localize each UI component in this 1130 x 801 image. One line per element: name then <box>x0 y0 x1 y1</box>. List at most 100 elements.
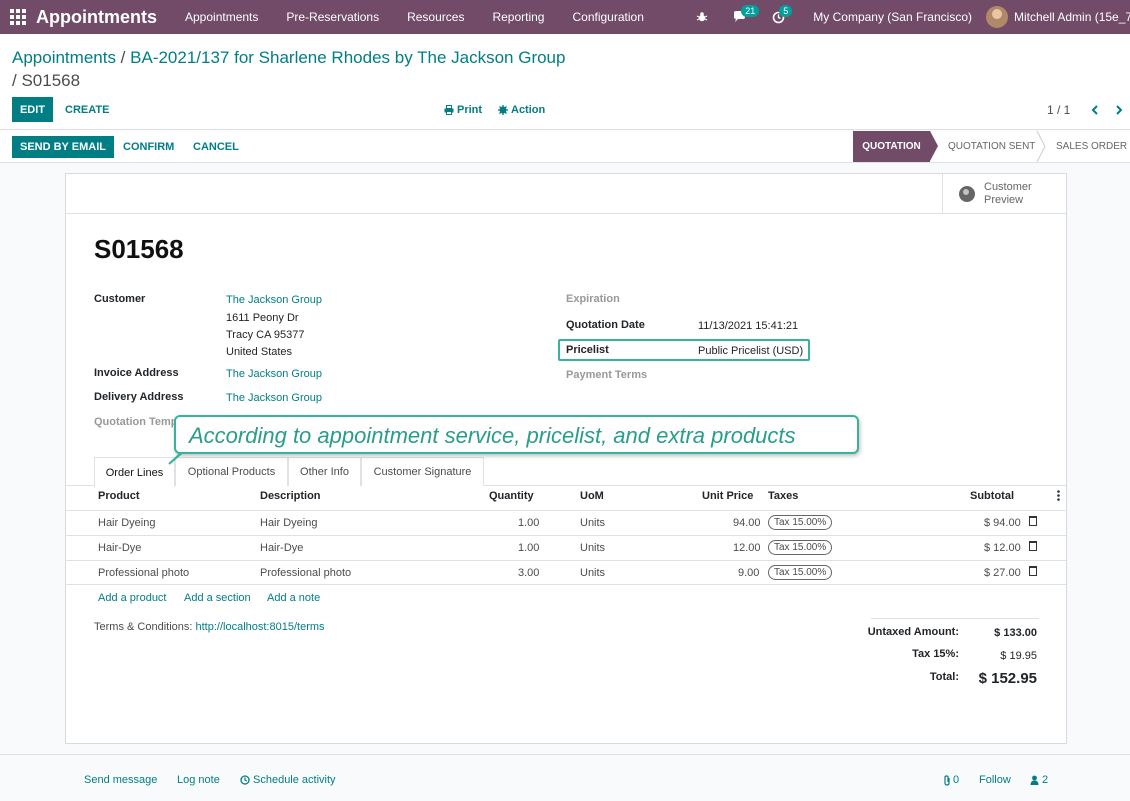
follow-button[interactable]: Follow <box>979 774 1011 786</box>
invoice-address-label: Invoice Address <box>94 367 179 379</box>
quotation-date-label: Quotation Date <box>566 319 645 331</box>
column-header-description[interactable]: Description <box>260 490 321 502</box>
row-description: Hair Dyeing <box>260 517 318 529</box>
customer-link[interactable]: The Jackson Group <box>226 294 322 306</box>
menu-pre-reservations[interactable]: Pre-Reservations <box>272 0 393 34</box>
annotation-callout: According to appointment service, pricel… <box>174 415 859 454</box>
row-tax-badge: Tax 15.00% <box>768 515 833 530</box>
optional-columns-icon[interactable] <box>1057 490 1060 504</box>
followers-count: 2 <box>1042 774 1049 786</box>
messages-count-badge: 21 <box>741 5 760 17</box>
customer-label: Customer <box>94 293 146 305</box>
breadcrumb-root[interactable]: Appointments <box>12 48 116 67</box>
add-section-link[interactable]: Add a section <box>184 592 251 604</box>
stage-sales-order[interactable]: SALES ORDER <box>1056 131 1127 162</box>
add-product-link[interactable]: Add a product <box>98 592 167 604</box>
tax-label: Tax 15%: <box>912 648 959 660</box>
table-row[interactable]: Professional photo Professional photo 3.… <box>66 560 1066 585</box>
form-sheet: Customer Preview S01568 Customer The Jac… <box>65 173 1067 744</box>
user-menu[interactable]: Mitchell Admin (15e_7 <box>1014 10 1130 24</box>
table-row[interactable]: Hair-Dye Hair-Dye 1.00 Units 12.00 Tax 1… <box>66 535 1066 560</box>
trash-icon[interactable] <box>1029 566 1037 576</box>
terms-url-link[interactable]: http://localhost:8015/terms <box>196 621 325 633</box>
pager-previous-icon[interactable] <box>1091 97 1099 122</box>
followers-button[interactable]: 2 <box>1030 774 1048 786</box>
terms-and-conditions: Terms & Conditions: http://localhost:801… <box>94 621 325 633</box>
total-value: $ 152.95 <box>978 670 1037 687</box>
tab-customer-signature[interactable]: Customer Signature <box>361 457 484 486</box>
stage-quotation[interactable]: QUOTATION <box>853 131 938 162</box>
row-product: Hair-Dye <box>98 542 142 554</box>
trash-icon[interactable] <box>1029 516 1037 526</box>
delivery-address-link[interactable]: The Jackson Group <box>226 392 322 404</box>
column-header-product[interactable]: Product <box>98 490 140 502</box>
menu-appointments[interactable]: Appointments <box>171 0 272 34</box>
column-header-uom[interactable]: UoM <box>580 490 604 502</box>
terms-label: Terms & Conditions: <box>94 621 193 633</box>
send-by-email-button[interactable]: SEND BY EMAIL <box>12 136 114 158</box>
print-label: Print <box>457 103 483 116</box>
pricelist-value: Public Pricelist (USD) <box>698 345 804 357</box>
schedule-activity-button[interactable]: Schedule activity <box>240 774 336 786</box>
status-bar: SEND BY EMAIL CONFIRM CANCEL QUOTATION Q… <box>0 131 1130 163</box>
row-product: Hair Dyeing <box>98 517 156 529</box>
button-box-divider <box>66 213 1066 214</box>
activities-clock-icon[interactable]: 5 <box>765 0 793 34</box>
user-icon <box>1030 775 1039 785</box>
trash-icon[interactable] <box>1029 541 1037 551</box>
stage-separator-icon <box>1036 131 1046 162</box>
pager-value[interactable]: 1 / 1 <box>1047 97 1070 122</box>
cancel-button[interactable]: CANCEL <box>193 136 239 158</box>
menu-reporting[interactable]: Reporting <box>478 0 558 34</box>
invoice-address-link[interactable]: The Jackson Group <box>226 368 322 380</box>
tax-value: $ 19.95 <box>1000 650 1037 662</box>
tab-order-lines[interactable]: Order Lines <box>94 457 175 487</box>
customer-preview-label: Customer Preview <box>984 180 1032 206</box>
messages-icon[interactable]: 21 <box>727 0 760 34</box>
order-title: S01568 <box>94 234 184 264</box>
apps-menu-icon[interactable] <box>0 0 36 34</box>
control-panel: Appointments / BA-2021/137 for Sharlene … <box>0 34 1130 130</box>
tab-other-info[interactable]: Other Info <box>288 457 361 486</box>
send-message-button[interactable]: Send message <box>84 774 157 786</box>
menu-configuration[interactable]: Configuration <box>558 0 657 34</box>
add-note-link[interactable]: Add a note <box>267 592 320 604</box>
company-switcher[interactable]: My Company (San Francisco) <box>813 10 972 24</box>
column-header-taxes[interactable]: Taxes <box>768 490 798 502</box>
notebook-tabs: Order Lines Optional Products Other Info… <box>66 457 1066 487</box>
edit-button[interactable]: EDIT <box>12 97 53 122</box>
customer-preview-button[interactable]: Customer Preview <box>942 174 1067 213</box>
stage-quotation-sent[interactable]: QUOTATION SENT <box>948 131 1035 162</box>
row-unit-price: 9.00 <box>738 567 760 579</box>
action-button[interactable]: Action <box>498 97 545 122</box>
column-header-subtotal[interactable]: Subtotal <box>970 490 1014 502</box>
globe-icon <box>959 185 975 202</box>
callout-pointer <box>168 452 184 465</box>
row-subtotal: $ 27.00 <box>984 567 1021 579</box>
column-header-unit-price[interactable]: Unit Price <box>702 490 753 502</box>
confirm-button[interactable]: CONFIRM <box>123 136 174 158</box>
print-button[interactable]: Print <box>444 97 482 122</box>
app-brand[interactable]: Appointments <box>36 7 157 28</box>
row-tax-badge: Tax 15.00% <box>768 565 833 580</box>
customer-address-city: Tracy CA 95377 <box>226 329 305 341</box>
row-description: Professional photo <box>260 567 352 579</box>
menu-resources[interactable]: Resources <box>393 0 478 34</box>
table-row[interactable]: Hair Dyeing Hair Dyeing 1.00 Units 94.00… <box>66 510 1066 535</box>
breadcrumb-parent[interactable]: BA-2021/137 for Sharlene Rhodes by The J… <box>130 48 565 67</box>
pager-next-icon[interactable] <box>1115 97 1123 122</box>
schedule-activity-label: Schedule activity <box>253 774 336 786</box>
annotation-callout-text: According to appointment service, pricel… <box>189 423 796 448</box>
attachments-button[interactable]: 0 <box>943 774 959 786</box>
customer-address-country: United States <box>226 346 293 358</box>
bug-icon[interactable] <box>689 0 715 34</box>
activities-count-badge: 5 <box>779 5 793 17</box>
print-icon <box>444 104 454 115</box>
column-header-quantity[interactable]: Quantity <box>489 490 534 502</box>
row-uom: Units <box>580 542 606 554</box>
row-product: Professional photo <box>98 567 190 579</box>
tab-optional-products[interactable]: Optional Products <box>175 457 288 486</box>
log-note-button[interactable]: Log note <box>177 774 220 786</box>
create-button[interactable]: CREATE <box>65 97 109 122</box>
user-avatar[interactable] <box>986 6 1008 28</box>
